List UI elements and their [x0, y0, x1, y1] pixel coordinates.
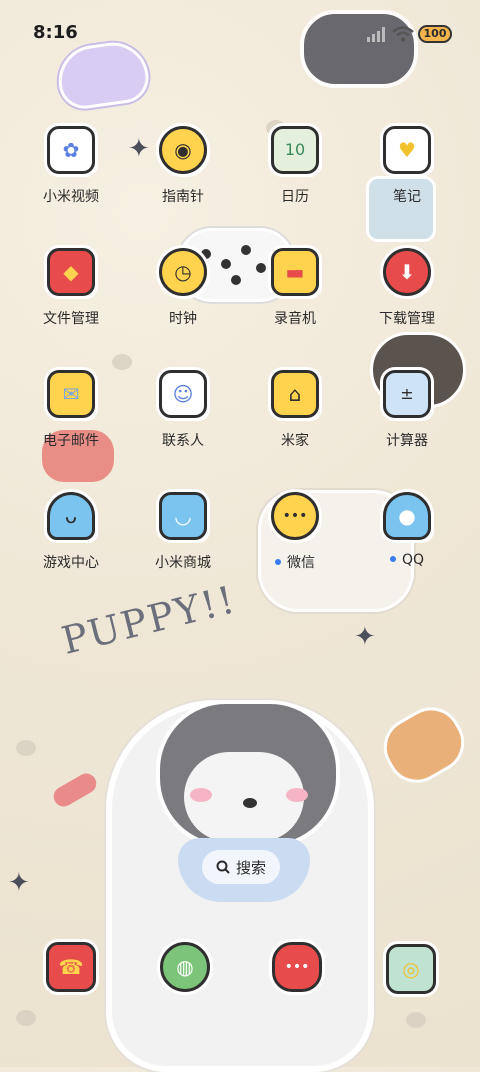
camera-icon[interactable]: ◎	[386, 944, 436, 994]
sparkle-icon: ✦	[354, 622, 376, 652]
calendar-icon: 10	[271, 126, 319, 174]
calendar-date: 10	[284, 140, 306, 159]
bone-illustration	[50, 769, 100, 811]
signal-icon	[367, 27, 385, 42]
app-mi-video[interactable]: ✿ 小米视频	[16, 126, 126, 206]
app-email[interactable]: ✉ 电子邮件	[16, 370, 126, 450]
calculator-icon: ±	[383, 370, 431, 418]
search-button[interactable]: 搜索	[202, 850, 280, 884]
app-label: 电子邮件	[43, 433, 99, 449]
app-label: 日历	[281, 189, 309, 205]
app-label: QQ	[352, 552, 462, 568]
app-contacts[interactable]: ☺ 联系人	[128, 370, 238, 450]
puppy-text-illustration: PUPPY!!	[57, 577, 241, 663]
app-label: 计算器	[386, 433, 428, 449]
notes-icon: ♥	[383, 126, 431, 174]
notification-dot	[389, 556, 396, 562]
nose-illustration	[243, 798, 257, 808]
app-label: 文件管理	[43, 311, 99, 327]
messages-icon[interactable]: •••	[272, 942, 322, 992]
paw-prints-illustration	[16, 740, 36, 756]
game-octopus-icon: ᴗ	[47, 492, 95, 540]
app-label: 微信	[240, 552, 350, 572]
app-mi-home[interactable]: ⌂ 米家	[240, 370, 350, 450]
clock-icon: ◷	[159, 248, 207, 296]
compass-icon: ◉	[159, 126, 207, 174]
video-icon: ✿	[47, 126, 95, 174]
app-notes[interactable]: ♥ 笔记	[352, 126, 462, 206]
blush-illustration	[190, 788, 212, 802]
app-label: 小米商城	[155, 555, 211, 571]
app-label: 联系人	[162, 433, 204, 449]
sparkle-icon: ✦	[8, 868, 30, 898]
search-icon	[216, 860, 230, 874]
app-recorder[interactable]: ▬ 录音机	[240, 248, 350, 328]
app-calculator[interactable]: ± 计算器	[352, 370, 462, 450]
app-label: 笔记	[393, 189, 421, 205]
download-icon: ⬇	[383, 248, 431, 296]
browser-planet-icon[interactable]: ◍	[160, 942, 210, 992]
app-calendar[interactable]: 10 日历	[240, 126, 350, 206]
phone-icon[interactable]: ☎	[46, 942, 96, 992]
mail-icon: ✉	[47, 370, 95, 418]
app-label: 游戏中心	[43, 555, 99, 571]
blush-illustration	[286, 788, 308, 802]
status-bar: 8:16 100	[0, 0, 480, 68]
app-label: 时钟	[169, 311, 197, 327]
app-label: 指南针	[162, 189, 204, 205]
folder-icon: ◆	[47, 248, 95, 296]
home-icon: ⌂	[271, 370, 319, 418]
app-clock[interactable]: ◷ 时钟	[128, 248, 238, 328]
bread-illustration	[372, 696, 476, 794]
qq-penguin-icon: ●	[383, 492, 431, 540]
app-label: 米家	[281, 433, 309, 449]
wechat-icon: •••	[271, 492, 319, 540]
battery-indicator: 100	[418, 25, 452, 43]
app-qq[interactable]: ● QQ	[352, 492, 462, 568]
contacts-icon: ☺	[159, 370, 207, 418]
notification-dot	[275, 559, 281, 565]
status-time: 8:16	[33, 22, 78, 43]
app-downloads[interactable]: ⬇ 下载管理	[352, 248, 462, 328]
app-label-text: QQ	[401, 552, 425, 568]
app-wechat[interactable]: ••• 微信	[240, 492, 350, 572]
shop-bag-icon: ◡	[159, 492, 207, 540]
app-file-manager[interactable]: ◆ 文件管理	[16, 248, 126, 328]
app-label: 录音机	[274, 311, 316, 327]
app-game-center[interactable]: ᴗ 游戏中心	[16, 492, 126, 572]
recorder-icon: ▬	[271, 248, 319, 296]
app-label: 下载管理	[379, 311, 435, 327]
search-label: 搜索	[235, 858, 266, 877]
app-compass[interactable]: ◉ 指南针	[128, 126, 238, 206]
app-label: 小米视频	[43, 189, 99, 205]
app-mi-store[interactable]: ◡ 小米商城	[128, 492, 238, 572]
app-label-text: 微信	[287, 555, 315, 571]
wifi-icon	[392, 26, 414, 42]
